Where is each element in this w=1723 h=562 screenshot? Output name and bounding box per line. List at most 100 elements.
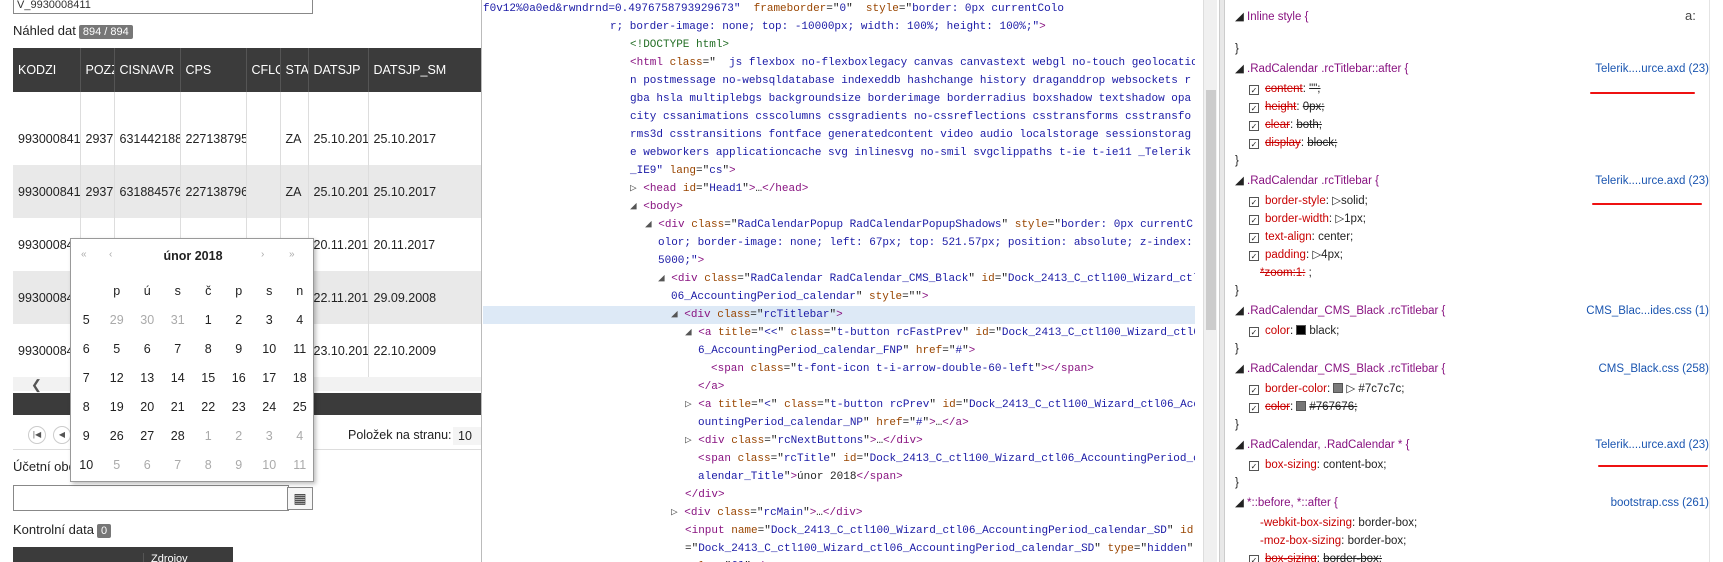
- collapse-triangle-icon[interactable]: ◢: [1235, 63, 1247, 75]
- calendar-day[interactable]: 27: [132, 421, 163, 450]
- css-source-link[interactable]: CMS_Blac...ides.css (1): [1586, 302, 1709, 320]
- checkbox-icon[interactable]: ✓: [1249, 215, 1259, 225]
- calendar-day[interactable]: 16: [224, 363, 255, 392]
- expand-triangle-icon[interactable]: ▷: [685, 435, 698, 447]
- dom-tree-line[interactable]: value="[]" />: [483, 558, 1195, 562]
- calendar-day[interactable]: 12: [102, 363, 133, 392]
- css-source-link[interactable]: CMS_Black.css (258): [1598, 360, 1709, 378]
- calendar-day[interactable]: 3: [254, 421, 285, 450]
- calendar-day[interactable]: 18: [285, 363, 316, 392]
- dom-tree-line[interactable]: </div>: [483, 486, 1195, 504]
- calendar-day[interactable]: 1: [193, 421, 224, 450]
- css-source-link[interactable]: bootstrap.css (261): [1611, 494, 1709, 512]
- column-header[interactable]: CFLO: [246, 48, 281, 92]
- calendar-day[interactable]: 6: [132, 334, 163, 363]
- chevron-left-icon[interactable]: ❮: [31, 377, 42, 393]
- calendar-day[interactable]: 23: [224, 392, 255, 421]
- next-month-icon[interactable]: ›: [261, 249, 265, 260]
- expand-triangle-icon[interactable]: ◢: [685, 327, 698, 339]
- dom-tree-line[interactable]: f0v12%0a0ed&rwndrnd=0.4976758793929673" …: [483, 0, 1195, 18]
- fast-next-icon[interactable]: »: [289, 249, 294, 260]
- calendar-day[interactable]: 9: [224, 450, 255, 479]
- dom-tree-line[interactable]: ◢ <body>: [483, 198, 1195, 216]
- column-header[interactable]: CISNAVR: [114, 48, 181, 92]
- dom-tree-line[interactable]: ◢ <div class="RadCalendar RadCalendar_CM…: [483, 270, 1195, 288]
- calendar-day[interactable]: 2: [224, 421, 255, 450]
- collapse-triangle-icon[interactable]: ◢: [1235, 305, 1247, 317]
- dom-tree-line[interactable]: gba hsla multiplebgs backgroundsize bord…: [483, 90, 1195, 108]
- checkbox-icon[interactable]: ✓: [1249, 385, 1259, 395]
- column-header[interactable]: DATSJP_SM: [368, 48, 481, 92]
- table-row[interactable]: 9930008411293763144218842271387957ZA25.1…: [13, 92, 481, 165]
- expand-triangle-icon[interactable]: ◢: [658, 273, 671, 285]
- css-source-link[interactable]: Telerik....urce.axd (23): [1595, 60, 1709, 78]
- column-header[interactable]: KODZI: [13, 48, 81, 92]
- checkbox-icon[interactable]: ✓: [1249, 103, 1259, 113]
- dom-tree-line[interactable]: <input name="Dock_2413_C_ctl100_Wizard_c…: [483, 522, 1195, 540]
- checkbox-icon[interactable]: ✓: [1249, 197, 1259, 207]
- checkbox-icon[interactable]: ✓: [1249, 327, 1259, 337]
- dom-tree-line[interactable]: <span class="rcTitle" id="Dock_2413_C_ct…: [483, 450, 1195, 468]
- dom-tree-line[interactable]: rms3d csstransitions fontface generatedc…: [483, 126, 1195, 144]
- calendar-day[interactable]: 26: [102, 421, 133, 450]
- calendar-day[interactable]: 8: [193, 450, 224, 479]
- text-size-icon[interactable]: a:: [1685, 8, 1696, 23]
- dom-tree-line[interactable]: ountingPeriod_calendar_NP" href="#">…</a…: [483, 414, 1195, 432]
- calendar-day[interactable]: 30: [132, 305, 163, 334]
- dom-tree-line[interactable]: ="Dock_2413_C_ctl100_Wizard_ctl06_Accoun…: [483, 540, 1195, 558]
- calendar-day[interactable]: 5: [102, 334, 133, 363]
- calendar-day[interactable]: 21: [163, 392, 194, 421]
- color-swatch-icon[interactable]: [1296, 325, 1307, 335]
- calendar-day[interactable]: 11: [285, 450, 316, 479]
- calendar-day[interactable]: 31: [163, 305, 194, 334]
- table-row[interactable]: 9930008411293763188457642271387965ZA25.1…: [13, 165, 481, 218]
- calendar-day[interactable]: 5: [102, 450, 133, 479]
- dom-tree-line[interactable]: ◢ <div class="rcTitlebar">: [483, 306, 1195, 324]
- calendar-day[interactable]: 10: [254, 450, 285, 479]
- checkbox-icon[interactable]: ✓: [1249, 461, 1259, 471]
- calendar-day[interactable]: 25: [285, 392, 316, 421]
- dom-tree-line[interactable]: <span class="t-font-icon t-i-arrow-doubl…: [483, 360, 1195, 378]
- checkbox-icon[interactable]: ✓: [1249, 121, 1259, 131]
- calendar-day[interactable]: 11: [285, 334, 316, 363]
- calendar-day[interactable]: 22: [193, 392, 224, 421]
- dom-tree-line[interactable]: ▷ <div class="rcMain">…</div>: [483, 504, 1195, 522]
- dom-tree-line[interactable]: ▷ <a title="<" class="t-button rcPrev" i…: [483, 396, 1195, 414]
- styles-scrollbar[interactable]: [1709, 0, 1723, 562]
- checkbox-icon[interactable]: ✓: [1249, 251, 1259, 261]
- dom-tree-line[interactable]: r; border-image: none; top: -10000px; wi…: [483, 18, 1195, 36]
- calendar-day[interactable]: 6: [132, 450, 163, 479]
- dom-tree-line[interactable]: _IE9" lang="cs">: [483, 162, 1195, 180]
- calendar-day[interactable]: 8: [193, 334, 224, 363]
- calendar-day[interactable]: 2: [224, 305, 255, 334]
- collapse-triangle-icon[interactable]: ◢: [1235, 363, 1247, 375]
- checkbox-icon[interactable]: ✓: [1249, 403, 1259, 413]
- calendar-day[interactable]: 24: [254, 392, 285, 421]
- dom-tree-line[interactable]: ▷ <div class="rcNextButtons">…</div>: [483, 432, 1195, 450]
- dom-scrollbar[interactable]: [1203, 0, 1217, 562]
- css-source-link[interactable]: Telerik....urce.axd (23): [1595, 172, 1709, 190]
- collapse-triangle-icon[interactable]: ◢: [1235, 439, 1247, 451]
- first-page-icon[interactable]: |◀: [28, 426, 46, 444]
- calendar-day[interactable]: 10: [254, 334, 285, 363]
- dom-tree-line[interactable]: e webworkers applicationcache svg inline…: [483, 144, 1195, 162]
- calendar-day[interactable]: 15: [193, 363, 224, 392]
- calendar-day[interactable]: 14: [163, 363, 194, 392]
- column-header[interactable]: POZZ: [80, 48, 115, 92]
- collapse-triangle-icon[interactable]: ◢: [1235, 11, 1247, 23]
- dom-tree-line[interactable]: ▷ <head id="Head1">…</head>: [483, 180, 1195, 198]
- color-swatch-icon[interactable]: [1296, 401, 1307, 411]
- expand-triangle-icon[interactable]: ◢: [671, 309, 684, 321]
- dom-tree-line[interactable]: 6_AccountingPeriod_calendar_FNP" href="#…: [483, 342, 1195, 360]
- calendar-day[interactable]: 28: [163, 421, 194, 450]
- calendar-day[interactable]: 9: [224, 334, 255, 363]
- dom-tree-line[interactable]: ◢ <div class="RadCalendarPopup RadCalend…: [483, 216, 1195, 234]
- dom-tree-line[interactable]: olor; border-image: none; left: 67px; to…: [483, 234, 1195, 252]
- code-input[interactable]: V_9930008411: [13, 0, 313, 14]
- checkbox-icon[interactable]: ✓: [1249, 233, 1259, 243]
- dom-tree-line[interactable]: 5000;">: [483, 252, 1195, 270]
- checkbox-icon[interactable]: ✓: [1249, 555, 1259, 562]
- calendar-day[interactable]: 3: [254, 305, 285, 334]
- expand-triangle-icon[interactable]: ▷: [630, 183, 643, 195]
- calendar-day[interactable]: 4: [285, 305, 316, 334]
